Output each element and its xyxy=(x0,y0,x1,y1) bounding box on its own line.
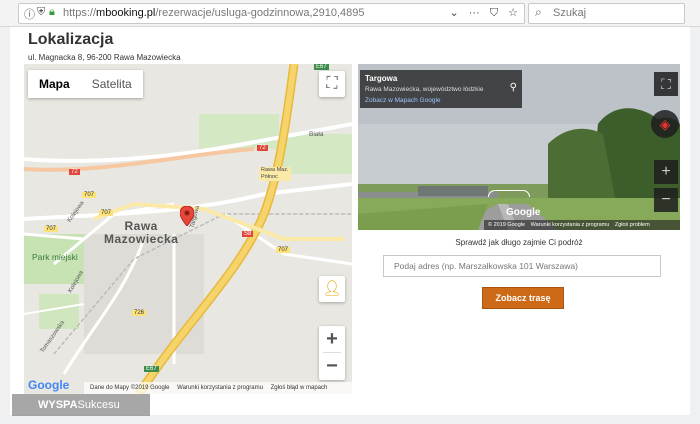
url-bar[interactable]: ⓘ ⛨ 🔒︎ https://mbooking.pl/rezerwacje/us… xyxy=(18,3,525,24)
street-view-report-link[interactable]: Zgłoś problem xyxy=(615,222,650,228)
street-view-fullscreen-icon[interactable]: ⛶ xyxy=(654,72,678,96)
show-route-button[interactable]: Zobacz trasę xyxy=(482,287,564,309)
road-shield-72: 72 xyxy=(257,145,268,151)
browser-toolbar: ⓘ ⛨ 🔒︎ https://mbooking.pl/rezerwacje/us… xyxy=(0,0,700,27)
info-icon[interactable]: ⓘ xyxy=(24,6,35,22)
road-shield-726: 726 xyxy=(132,310,147,316)
address-input[interactable] xyxy=(383,255,661,277)
search-placeholder: Szukaj xyxy=(553,7,587,19)
pegman-icon[interactable]: 👤︎ xyxy=(319,276,345,302)
search-icon: ⌕ xyxy=(535,5,542,19)
google-logo[interactable]: Google xyxy=(28,378,69,392)
zoom-in-button[interactable]: + xyxy=(319,326,345,352)
navigation-arrow-icon[interactable] xyxy=(488,190,530,197)
map-canvas[interactable] xyxy=(24,64,352,394)
street-view-google-logo: Google xyxy=(506,207,541,218)
map-data-credit[interactable]: Dane do Mapy ©2019 Google xyxy=(90,385,169,391)
road-shield-707-a: 707 xyxy=(99,210,114,216)
road-shield-72-west: 72 xyxy=(69,169,80,175)
road-shield-707-east: 707 xyxy=(276,247,291,253)
compass-icon[interactable]: ◈ xyxy=(651,110,679,138)
road-shield-707-west: 707 xyxy=(82,192,97,198)
street-view-maps-link[interactable]: Zobacz w Mapach Google xyxy=(365,97,441,104)
map-report-link[interactable]: Zgłoś błąd w mapach xyxy=(271,385,328,391)
road-shield-707-b: 707 xyxy=(44,226,59,232)
tab-map[interactable]: Mapa xyxy=(28,70,81,98)
street-view-zoom-out[interactable]: − xyxy=(654,188,678,212)
more-icon[interactable]: ··· xyxy=(469,7,480,19)
street-view-zoom-in[interactable]: + xyxy=(654,160,678,184)
zoom-control: + − xyxy=(319,326,345,380)
street-view-footer: © 2019 Google Warunki korzystania z prog… xyxy=(484,220,680,230)
route-hint: Sprawdź jak długo zajmie Ci podróż xyxy=(455,238,583,247)
street-view-title: Targowa xyxy=(365,74,398,83)
map-footer: Dane do Mapy ©2019 Google Warunki korzys… xyxy=(84,382,352,394)
pocket-icon[interactable]: ⛉ xyxy=(490,7,498,19)
street-view-info-box: Targowa Rawa Mazowiecka, województwo łód… xyxy=(360,70,522,108)
street-view[interactable]: Targowa Rawa Mazowiecka, województwo łód… xyxy=(358,64,680,230)
road-shield-e67-south: E67 xyxy=(144,366,159,372)
location-marker-icon[interactable] xyxy=(180,206,194,226)
road-shield-s8: S8 xyxy=(242,231,254,237)
lock-icon[interactable]: 🔒︎ xyxy=(49,6,55,19)
browser-search[interactable]: ⌕ Szukaj xyxy=(528,3,685,24)
page-title: Lokalizacja xyxy=(28,31,114,48)
fullscreen-icon[interactable]: ⛶ xyxy=(319,71,345,97)
dropdown-icon[interactable]: ⌄ xyxy=(449,7,458,19)
map-label-rawa-polnoc: Rawa Maz. Północ xyxy=(259,167,291,181)
url-text[interactable]: https://mbooking.pl/rezerwacje/usluga-go… xyxy=(63,7,365,19)
map-pin-icon[interactable]: ⚲ xyxy=(510,82,517,93)
watermark-logo: WYSPASukcesu xyxy=(12,394,150,416)
bookmark-star-icon[interactable]: ☆ xyxy=(508,7,518,19)
map-label-biala: Biała xyxy=(309,131,324,138)
tab-satellite[interactable]: Satelita xyxy=(81,70,143,98)
url-actions: ⌄ ··· ⛉ ☆ xyxy=(442,6,518,20)
map-label-park: Park miejski xyxy=(32,252,78,262)
map-terms-link[interactable]: Warunki korzystania z programu xyxy=(177,385,263,391)
street-view-copyright: © 2019 Google xyxy=(488,222,526,228)
road-shield-e67: E67 xyxy=(314,64,329,70)
google-map[interactable]: E67 Biała 72 72 Rawa Maz. Północ 707 707 … xyxy=(24,64,352,394)
shield-icon[interactable]: ⛨ xyxy=(37,6,45,19)
venue-address: ul. Magnacka 8, 96-200 Rawa Mazowiecka xyxy=(28,53,181,62)
street-view-subtitle: Rawa Mazowiecka, województwo łódzkie xyxy=(365,86,484,93)
street-view-terms-link[interactable]: Warunki korzystania z programu xyxy=(531,222,610,228)
map-type-switch: Mapa Satelita xyxy=(28,70,143,98)
map-label-city: Rawa Mazowiecka xyxy=(104,219,179,246)
zoom-out-button[interactable]: − xyxy=(319,353,345,379)
